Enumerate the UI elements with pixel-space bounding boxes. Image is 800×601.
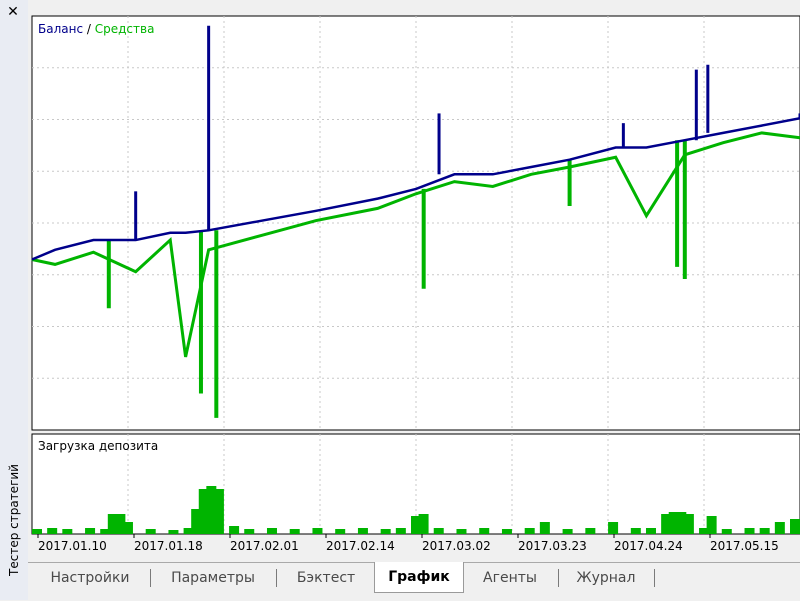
deposit-bar: [608, 522, 619, 534]
tab-bar: Настройки Параметры Бэктест График Агент…: [28, 562, 800, 601]
x-tick-label: 2017.02.14: [326, 539, 395, 553]
tab-agents[interactable]: Агенты: [466, 565, 554, 591]
deposit-bar: [47, 528, 58, 534]
deposit-bar: [335, 529, 346, 534]
deposit-bar: [229, 526, 240, 534]
deposit-bar: [759, 528, 770, 534]
deposit-bar: [145, 529, 156, 534]
x-tick-label: 2017.01.10: [38, 539, 107, 553]
x-tick-label: 2017.02.01: [230, 539, 299, 553]
x-tick-label: 2017.04.24: [614, 539, 683, 553]
tab-journal[interactable]: Журнал: [562, 565, 650, 591]
legend-balance: Баланс: [38, 22, 83, 36]
panel-title: Тестер стратегий: [7, 464, 21, 576]
legend: Баланс / Средства: [38, 22, 154, 36]
tab-separator: [150, 569, 151, 587]
side-panel: ✕ Тестер стратегий: [0, 0, 29, 600]
deposit-bar: [721, 529, 732, 534]
deposit-bar: [418, 514, 429, 534]
x-tick-label: 2017.03.02: [422, 539, 491, 553]
deposit-bar: [32, 529, 42, 534]
tab-settings[interactable]: Настройки: [34, 565, 146, 591]
deposit-bar: [706, 516, 717, 534]
deposit-bar: [380, 529, 391, 534]
chart-area: Баланс / Средства Загрузка депозита 2017.0…: [28, 0, 800, 562]
deposit-bar: [501, 529, 512, 534]
deposit-bar: [585, 528, 596, 534]
legend-separator: /: [83, 22, 95, 36]
deposit-bar: [433, 528, 444, 534]
deposit-bar: [395, 528, 406, 534]
close-icon[interactable]: ✕: [4, 3, 22, 21]
tab-separator: [558, 569, 559, 587]
deposit-bar: [524, 528, 535, 534]
tab-parameters[interactable]: Параметры: [154, 565, 272, 591]
deposit-bar: [456, 529, 467, 534]
deposit-bar: [244, 529, 255, 534]
deposit-bar: [539, 522, 550, 534]
deposit-bar: [122, 522, 133, 534]
deposit-bar: [213, 489, 224, 534]
deposit-bar: [168, 530, 179, 534]
deposit-bar: [645, 528, 656, 534]
deposit-bar: [266, 528, 277, 534]
legend-equity: Средства: [95, 22, 155, 36]
deposit-bar: [562, 529, 573, 534]
deposit-bar: [774, 522, 785, 534]
deposit-bar: [790, 519, 800, 534]
x-tick-label: 2017.03.23: [518, 539, 587, 553]
deposit-bar: [630, 528, 641, 534]
deposit-bar: [312, 528, 323, 534]
tab-separator: [276, 569, 277, 587]
deposit-bar: [289, 529, 300, 534]
deposit-bar: [744, 528, 755, 534]
x-tick-label: 2017.05.15: [710, 539, 779, 553]
deposit-bar: [85, 528, 96, 534]
deposit-bar: [479, 528, 490, 534]
tab-backtest[interactable]: Бэктест: [280, 565, 372, 591]
deposit-bar: [683, 514, 694, 534]
tab-separator: [654, 569, 655, 587]
deposit-bar: [62, 529, 73, 534]
deposit-title: Загрузка депозита: [38, 439, 158, 453]
tab-graph[interactable]: График: [374, 562, 464, 593]
deposit-bar: [357, 528, 368, 534]
x-tick-label: 2017.01.18: [134, 539, 203, 553]
balance-chart: Баланс / Средства Загрузка депозита 2017.0…: [31, 15, 800, 553]
